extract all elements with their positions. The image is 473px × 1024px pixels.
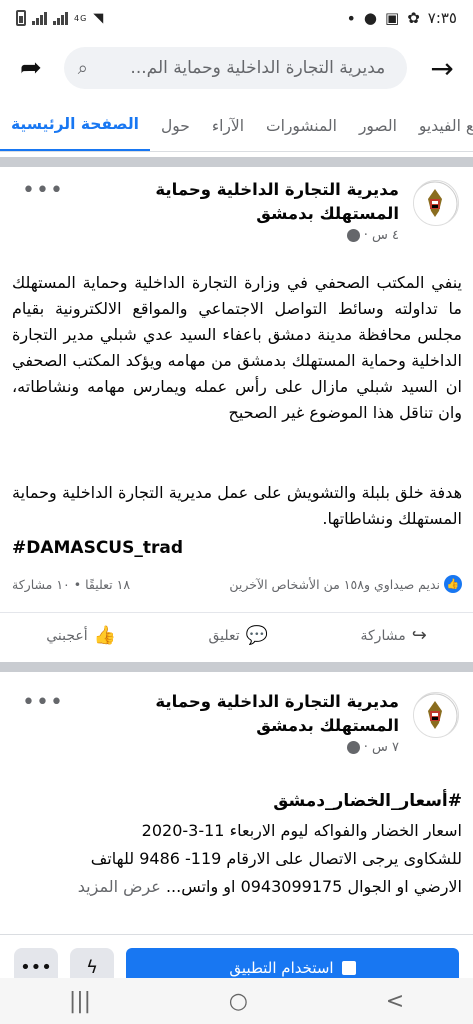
post-meta: ٤ س · — [346, 228, 399, 243]
search-text: مديرية التجارة الداخلية وحماية الم... — [130, 58, 386, 78]
post-line: للشكاوى يرجى الاتصال على الارقام 119- 94… — [90, 849, 462, 868]
post-line: اسعار الخضار والفواكه ليوم الاربعاء 11-3… — [141, 821, 462, 840]
facebook-icon: ● — [363, 9, 377, 27]
more-options-icon[interactable]: ••• — [22, 690, 64, 715]
search-icon: ⌕ — [77, 57, 88, 79]
like-reaction-icon: 👍 — [444, 575, 462, 593]
box-icon — [341, 960, 356, 975]
avatar[interactable] — [413, 692, 459, 738]
like-button[interactable]: 👍 أعجبني — [46, 625, 116, 646]
reactions-summary[interactable]: 👍 نديم صيداوي و١٥٨ من الأشخاص الآخرين ١٨… — [12, 573, 462, 595]
post-body: ينفي المكتب الصحفي في وزارة التجارة الدا… — [12, 273, 462, 422]
settings-icon: ✿ — [407, 9, 420, 27]
tab-videos[interactable]: مقاطع الفيديو — [408, 100, 473, 151]
comment-button[interactable]: 💬 تعليق — [208, 625, 268, 646]
tab-reviews[interactable]: الآراء — [201, 100, 255, 151]
reactions-names: نديم صيداوي و١٥٨ من الأشخاص الآخرين — [229, 576, 440, 592]
see-more-link[interactable]: عرض المزيد — [78, 877, 161, 896]
back-icon[interactable]: < — [386, 989, 404, 1014]
battery-icon — [16, 10, 26, 26]
more-options-icon[interactable]: ••• — [22, 178, 64, 203]
post-body-continued: هدفة خلق بلبلة والتشويش على عمل مديرية ا… — [12, 483, 462, 528]
share-button[interactable]: ↪ مشاركة — [361, 625, 427, 646]
post-actions: 👍 أعجبني 💬 تعليق ↪ مشاركة — [0, 612, 473, 658]
tab-home[interactable]: الصفحة الرئيسية — [0, 100, 150, 151]
signal-icon — [32, 11, 47, 25]
tab-photos[interactable]: الصور — [348, 100, 408, 151]
page-tabs: الصفحة الرئيسية حول الآراء المنشورات الص… — [0, 100, 473, 152]
post-time: ٧ س · — [363, 740, 399, 755]
divider — [0, 662, 473, 672]
post-header: مديرية التجارة الداخلية وحماية المستهلك … — [0, 172, 473, 262]
status-time: ٧:٣٥ — [427, 9, 457, 27]
divider — [0, 157, 473, 167]
use-app-label: استخدام التطبيق — [229, 958, 334, 977]
top-bar: ➦ ⌕ مديرية التجارة الداخلية وحماية الم..… — [0, 40, 473, 96]
wifi-icon: ◥ — [93, 10, 105, 26]
tab-posts[interactable]: المنشورات — [255, 100, 348, 151]
image-icon: ▣ — [385, 9, 400, 27]
hashtag-link[interactable]: #DAMASCUS_trad — [12, 538, 462, 558]
post-meta: ٧ س · — [346, 740, 399, 755]
post-header: مديرية التجارة الداخلية وحماية المستهلك … — [0, 684, 473, 774]
comment-label: تعليق — [208, 627, 240, 644]
back-arrow-icon[interactable]: → — [425, 52, 459, 85]
page-name[interactable]: مديرية التجارة الداخلية وحماية المستهلك … — [119, 690, 399, 738]
signal-icon-2 — [53, 11, 68, 25]
comments-shares-count[interactable]: ١٨ تعليقًا • ١٠ مشاركة — [12, 577, 130, 592]
comment-icon: 💬 — [245, 625, 269, 646]
messenger-icon: ϟ — [86, 957, 98, 978]
share-icon: ↪ — [411, 625, 427, 646]
status-indicators: 4G ◥ — [16, 10, 104, 26]
page-name[interactable]: مديرية التجارة الداخلية وحماية المستهلك … — [119, 178, 399, 226]
globe-icon — [346, 229, 360, 242]
post-line-text: الارضي او الجوال 0943099175 او واتس... — [165, 877, 462, 896]
tab-about[interactable]: حول — [150, 100, 201, 151]
search-input[interactable]: ⌕ مديرية التجارة الداخلية وحماية الم... — [63, 47, 408, 89]
hashtag-link[interactable]: #أسعار_الخضار_دمشق — [12, 791, 462, 811]
status-notifications: • ● ▣ ✿ ٧:٣٥ — [346, 9, 457, 28]
system-nav-bar: ||| ○ < — [0, 978, 473, 1024]
home-icon[interactable]: ○ — [229, 989, 248, 1014]
dot-icon: • — [346, 8, 356, 28]
recent-apps-icon[interactable]: ||| — [69, 989, 91, 1014]
network-type: 4G — [74, 13, 88, 23]
status-bar: 4G ◥ • ● ▣ ✿ ٧:٣٥ — [0, 0, 473, 36]
share-label: مشاركة — [360, 627, 406, 644]
like-label: أعجبني — [46, 627, 88, 644]
reactions-line: 👍 نديم صيداوي و١٥٨ من الأشخاص الآخرين — [229, 575, 462, 593]
share-arrow-icon[interactable]: ➦ — [14, 53, 48, 83]
post-time: ٤ س · — [363, 228, 399, 243]
avatar[interactable] — [413, 180, 459, 226]
post-line: الارضي او الجوال 0943099175 او واتس... ع… — [12, 874, 462, 900]
thumbs-up-icon: 👍 — [93, 625, 117, 646]
globe-icon — [346, 741, 360, 754]
